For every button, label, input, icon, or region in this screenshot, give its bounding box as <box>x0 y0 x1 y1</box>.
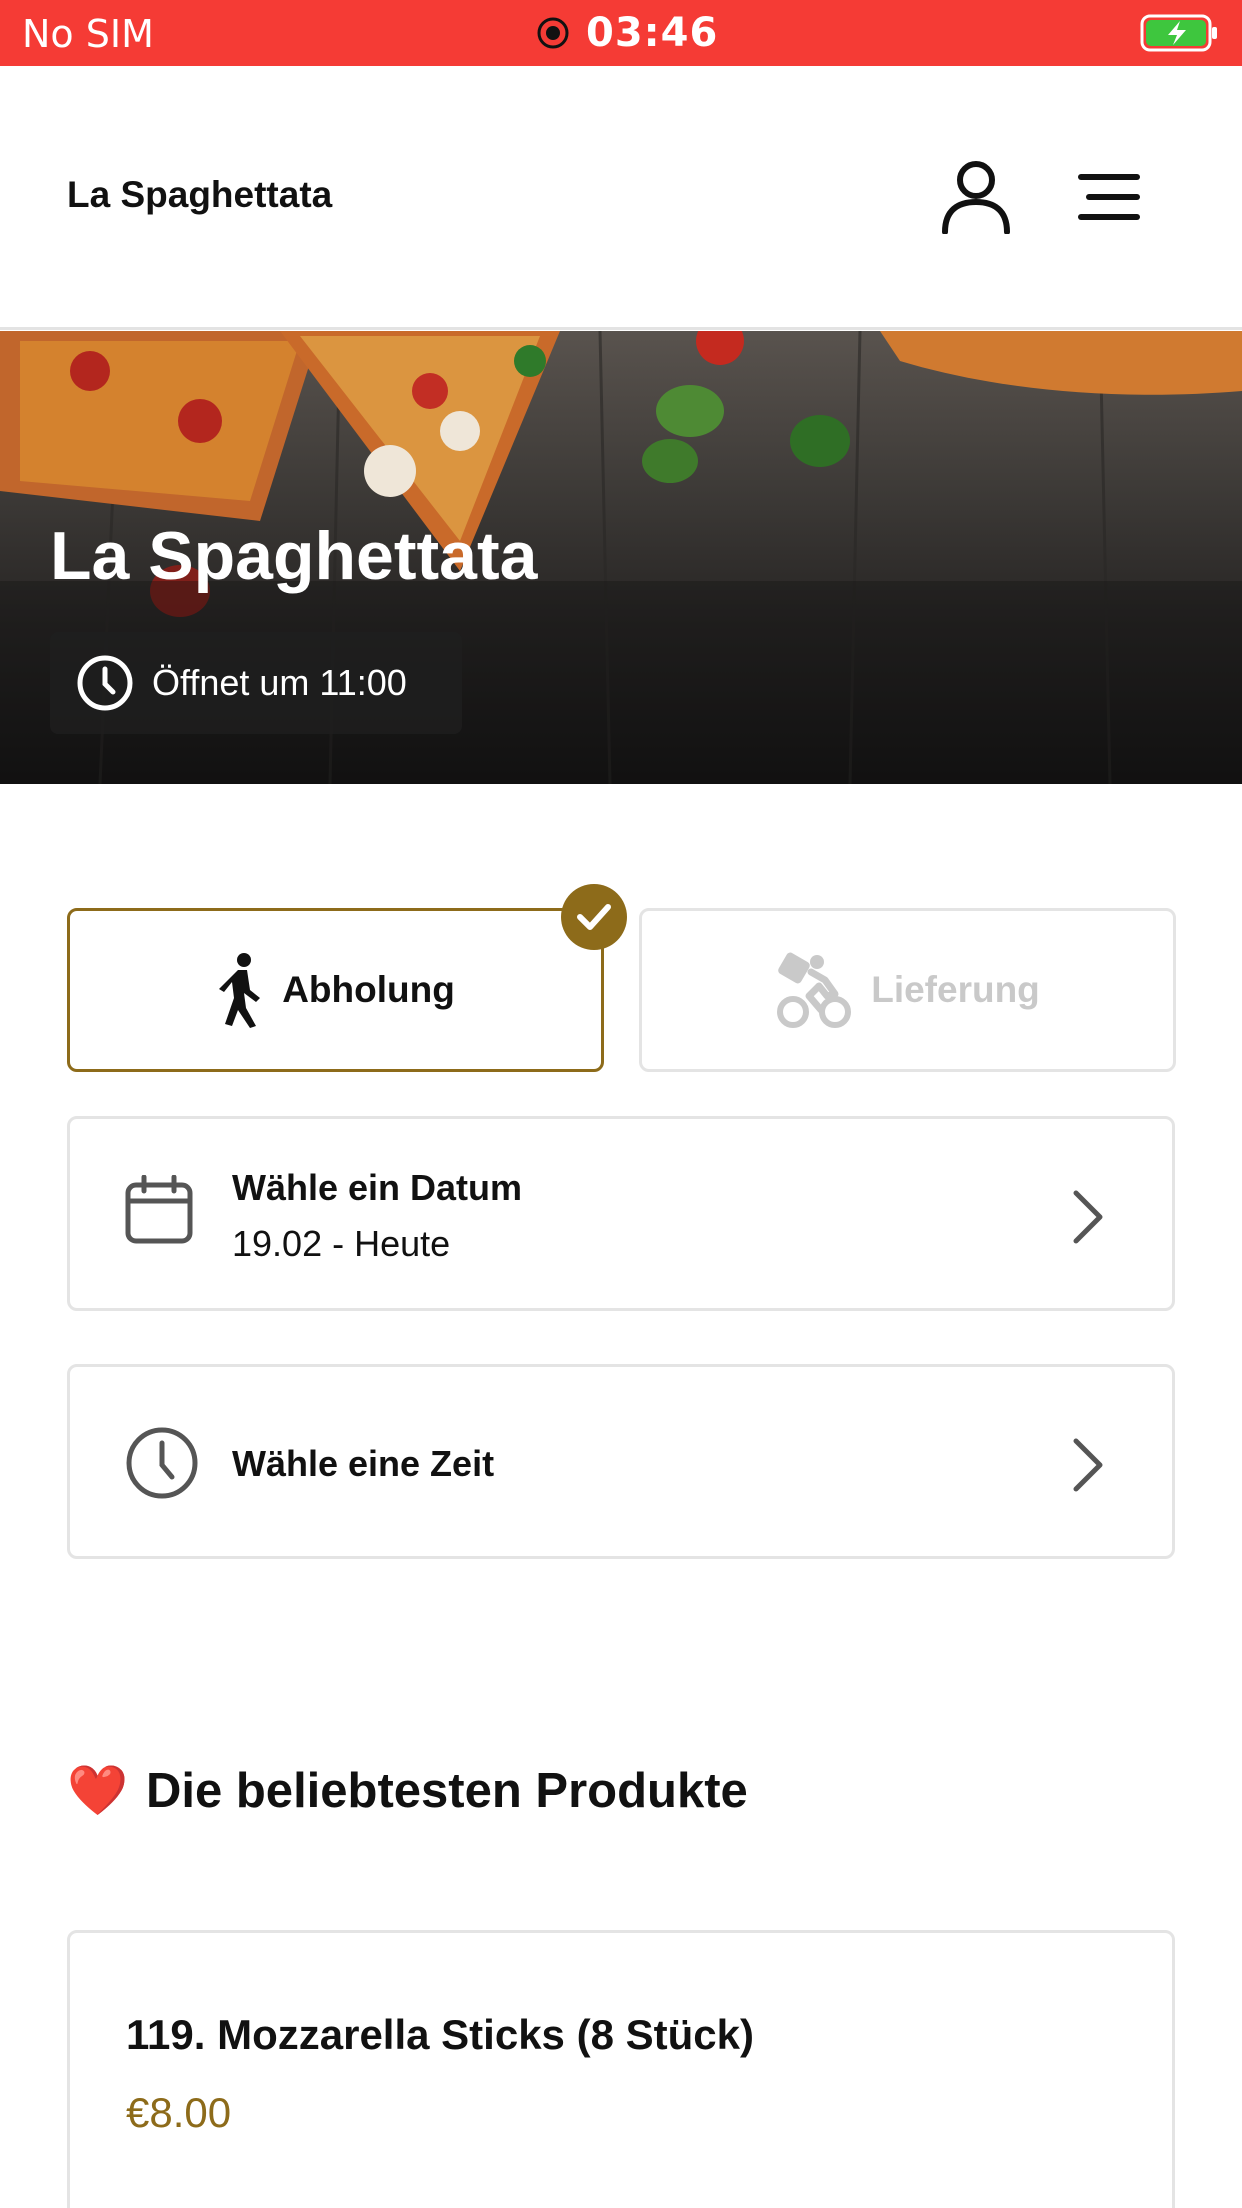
chevron-right-icon <box>1073 1438 1103 1492</box>
restaurant-name: La Spaghettata <box>67 174 333 215</box>
status-time: 03:46 <box>586 10 719 56</box>
chevron-right-icon <box>1073 1190 1103 1244</box>
carrier-label: No SIM <box>22 12 154 56</box>
record-icon <box>537 17 569 49</box>
app-header: La Spaghettata <box>0 66 1242 330</box>
time-selector-label: Wähle eine Zeit <box>232 1443 495 1484</box>
product-name: 119. Mozzarella Sticks (8 Stück) <box>126 2011 754 2058</box>
status-center: 03:46 <box>536 10 718 56</box>
date-selector-value: 19.02 - Heute <box>232 1223 451 1264</box>
time-selector[interactable]: Wähle eine Zeit <box>67 1364 1175 1559</box>
date-selector-label: Wähle ein Datum <box>232 1167 523 1208</box>
hero-banner: La Spaghettata Öffnet um 11:00 <box>0 331 1242 784</box>
delivery-bike-icon <box>777 952 852 1028</box>
battery-charging-icon <box>1140 14 1217 52</box>
heart-icon: ❤️ <box>67 1762 129 1819</box>
menu-icon[interactable] <box>1076 172 1142 222</box>
popular-section-title: ❤️ Die beliebtesten Produkte <box>67 1762 748 1819</box>
product-card[interactable]: 119. Mozzarella Sticks (8 Stück) €8.00 <box>67 1930 1175 2208</box>
walking-icon <box>219 953 261 1028</box>
popular-title-text: Die beliebtesten Produkte <box>146 1763 748 1818</box>
clock-icon <box>126 1427 198 1499</box>
delivery-option[interactable]: Lieferung <box>639 908 1176 1072</box>
pickup-option[interactable]: Abholung <box>67 908 604 1072</box>
status-bar: No SIM 03:46 <box>0 0 1242 66</box>
clock-icon <box>77 655 133 711</box>
product-price: €8.00 <box>126 2089 232 2136</box>
hero-title: La Spaghettata <box>50 518 538 594</box>
opening-hours-badge: Öffnet um 11:00 <box>50 632 462 734</box>
selected-check-icon <box>561 884 627 950</box>
calendar-icon <box>125 1175 193 1244</box>
date-selector[interactable]: Wähle ein Datum 19.02 - Heute <box>67 1116 1175 1311</box>
delivery-label: Lieferung <box>871 969 1040 1010</box>
account-icon[interactable] <box>940 158 1012 234</box>
opening-hours-text: Öffnet um 11:00 <box>152 662 407 703</box>
pickup-label: Abholung <box>282 969 455 1010</box>
